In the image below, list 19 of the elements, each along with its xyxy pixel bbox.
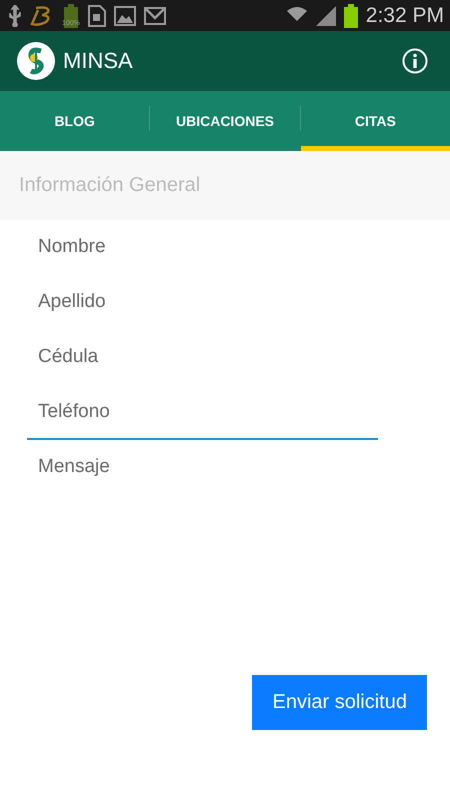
usb-icon bbox=[8, 4, 22, 26]
battery-icon bbox=[344, 4, 358, 28]
logo-icon bbox=[17, 42, 55, 80]
signal-icon bbox=[316, 6, 336, 26]
input-field[interactable]: Mensaje bbox=[27, 440, 378, 495]
input-field[interactable]: Cédula bbox=[27, 330, 378, 385]
app-title: MINSA bbox=[63, 48, 134, 74]
tab[interactable]: UBICACIONES bbox=[150, 91, 300, 151]
info-icon[interactable] bbox=[402, 48, 428, 74]
tab[interactable]: BLOG bbox=[0, 91, 150, 151]
input-field[interactable]: Teléfono bbox=[27, 385, 378, 440]
mail-icon bbox=[144, 6, 166, 24]
input-field[interactable]: Nombre bbox=[27, 220, 378, 275]
input-field[interactable]: Apellido bbox=[27, 275, 378, 330]
submit-button[interactable]: Enviar solicitud bbox=[252, 675, 427, 730]
clock-time: 2:32 PM bbox=[366, 4, 444, 28]
image-icon bbox=[114, 6, 136, 26]
sim-card-icon bbox=[88, 4, 106, 26]
section-title: Información General bbox=[19, 174, 200, 197]
